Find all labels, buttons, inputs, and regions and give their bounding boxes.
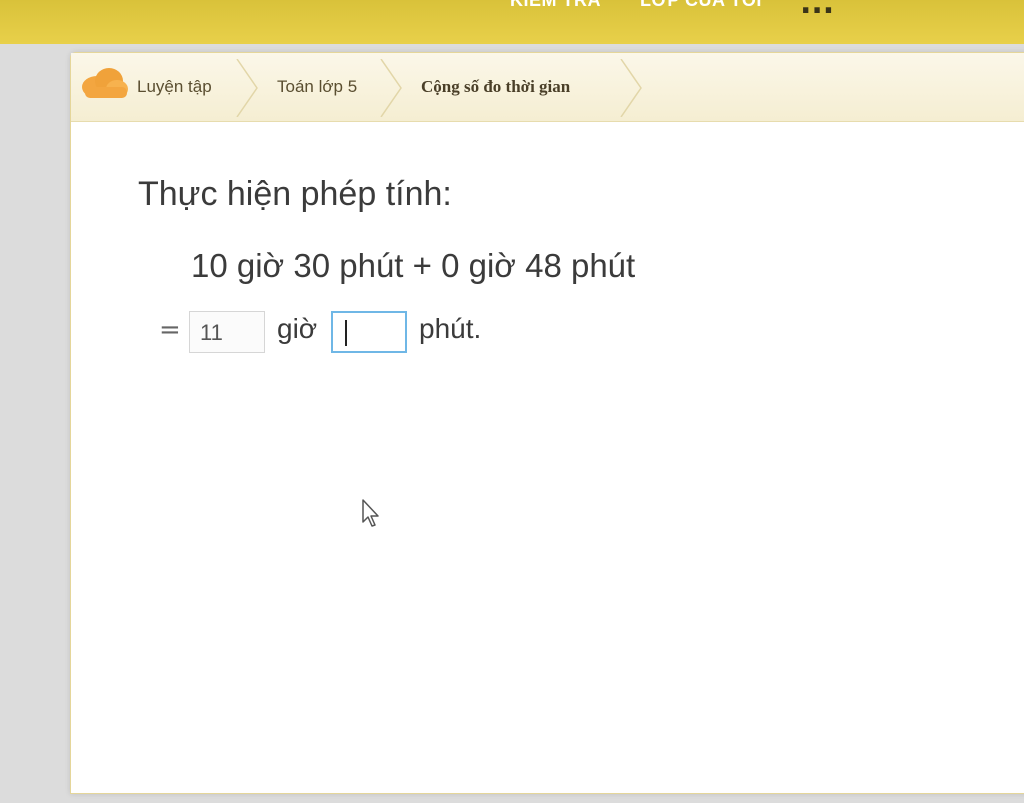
nav-item-kiem-tra[interactable]: KIỂM TRA — [510, 0, 601, 11]
mouse-pointer-icon — [362, 499, 379, 527]
equals-sign: = — [159, 315, 181, 345]
top-nav-bar: KIỂM TRA LỚP CỦA TÔI ... — [0, 0, 1024, 44]
exercise-content: Thực hiện phép tính: 10 giờ 30 phút + 0 … — [71, 123, 1024, 803]
minutes-unit-label: phút. — [419, 313, 482, 344]
hours-unit-label: giờ — [277, 313, 318, 344]
nav-item-lop-cua-toi[interactable]: LỚP CỦA TÔI — [640, 0, 762, 11]
exercise-panel: Luyện tập Toán lớp 5 Cộng số đo thời gia… — [70, 52, 1024, 794]
breadcrumb-item-cong-so-do-thoi-gian: Cộng số đo thời gian — [421, 77, 571, 96]
exercise-heading: Thực hiện phép tính: — [138, 175, 452, 213]
more-menu-button[interactable]: ... — [800, 0, 834, 21]
breadcrumb-item-toan-lop-5[interactable]: Toán lớp 5 — [277, 53, 357, 121]
exercise-expression: 10 giờ 30 phút + 0 giờ 48 phút — [191, 247, 636, 284]
text-caret — [345, 320, 347, 346]
breadcrumb-item-luyen-tap[interactable]: Luyện tập — [137, 53, 212, 121]
minutes-answer-input[interactable] — [331, 311, 407, 353]
hours-answer-input[interactable]: 11 — [189, 311, 265, 353]
breadcrumb-separator-icon — [236, 59, 258, 117]
cloud-logo-icon[interactable] — [79, 65, 129, 99]
breadcrumb: Luyện tập Toán lớp 5 Cộng số đo thời gia… — [71, 53, 1024, 122]
breadcrumb-separator-icon — [620, 59, 642, 117]
breadcrumb-separator-icon — [380, 59, 402, 117]
